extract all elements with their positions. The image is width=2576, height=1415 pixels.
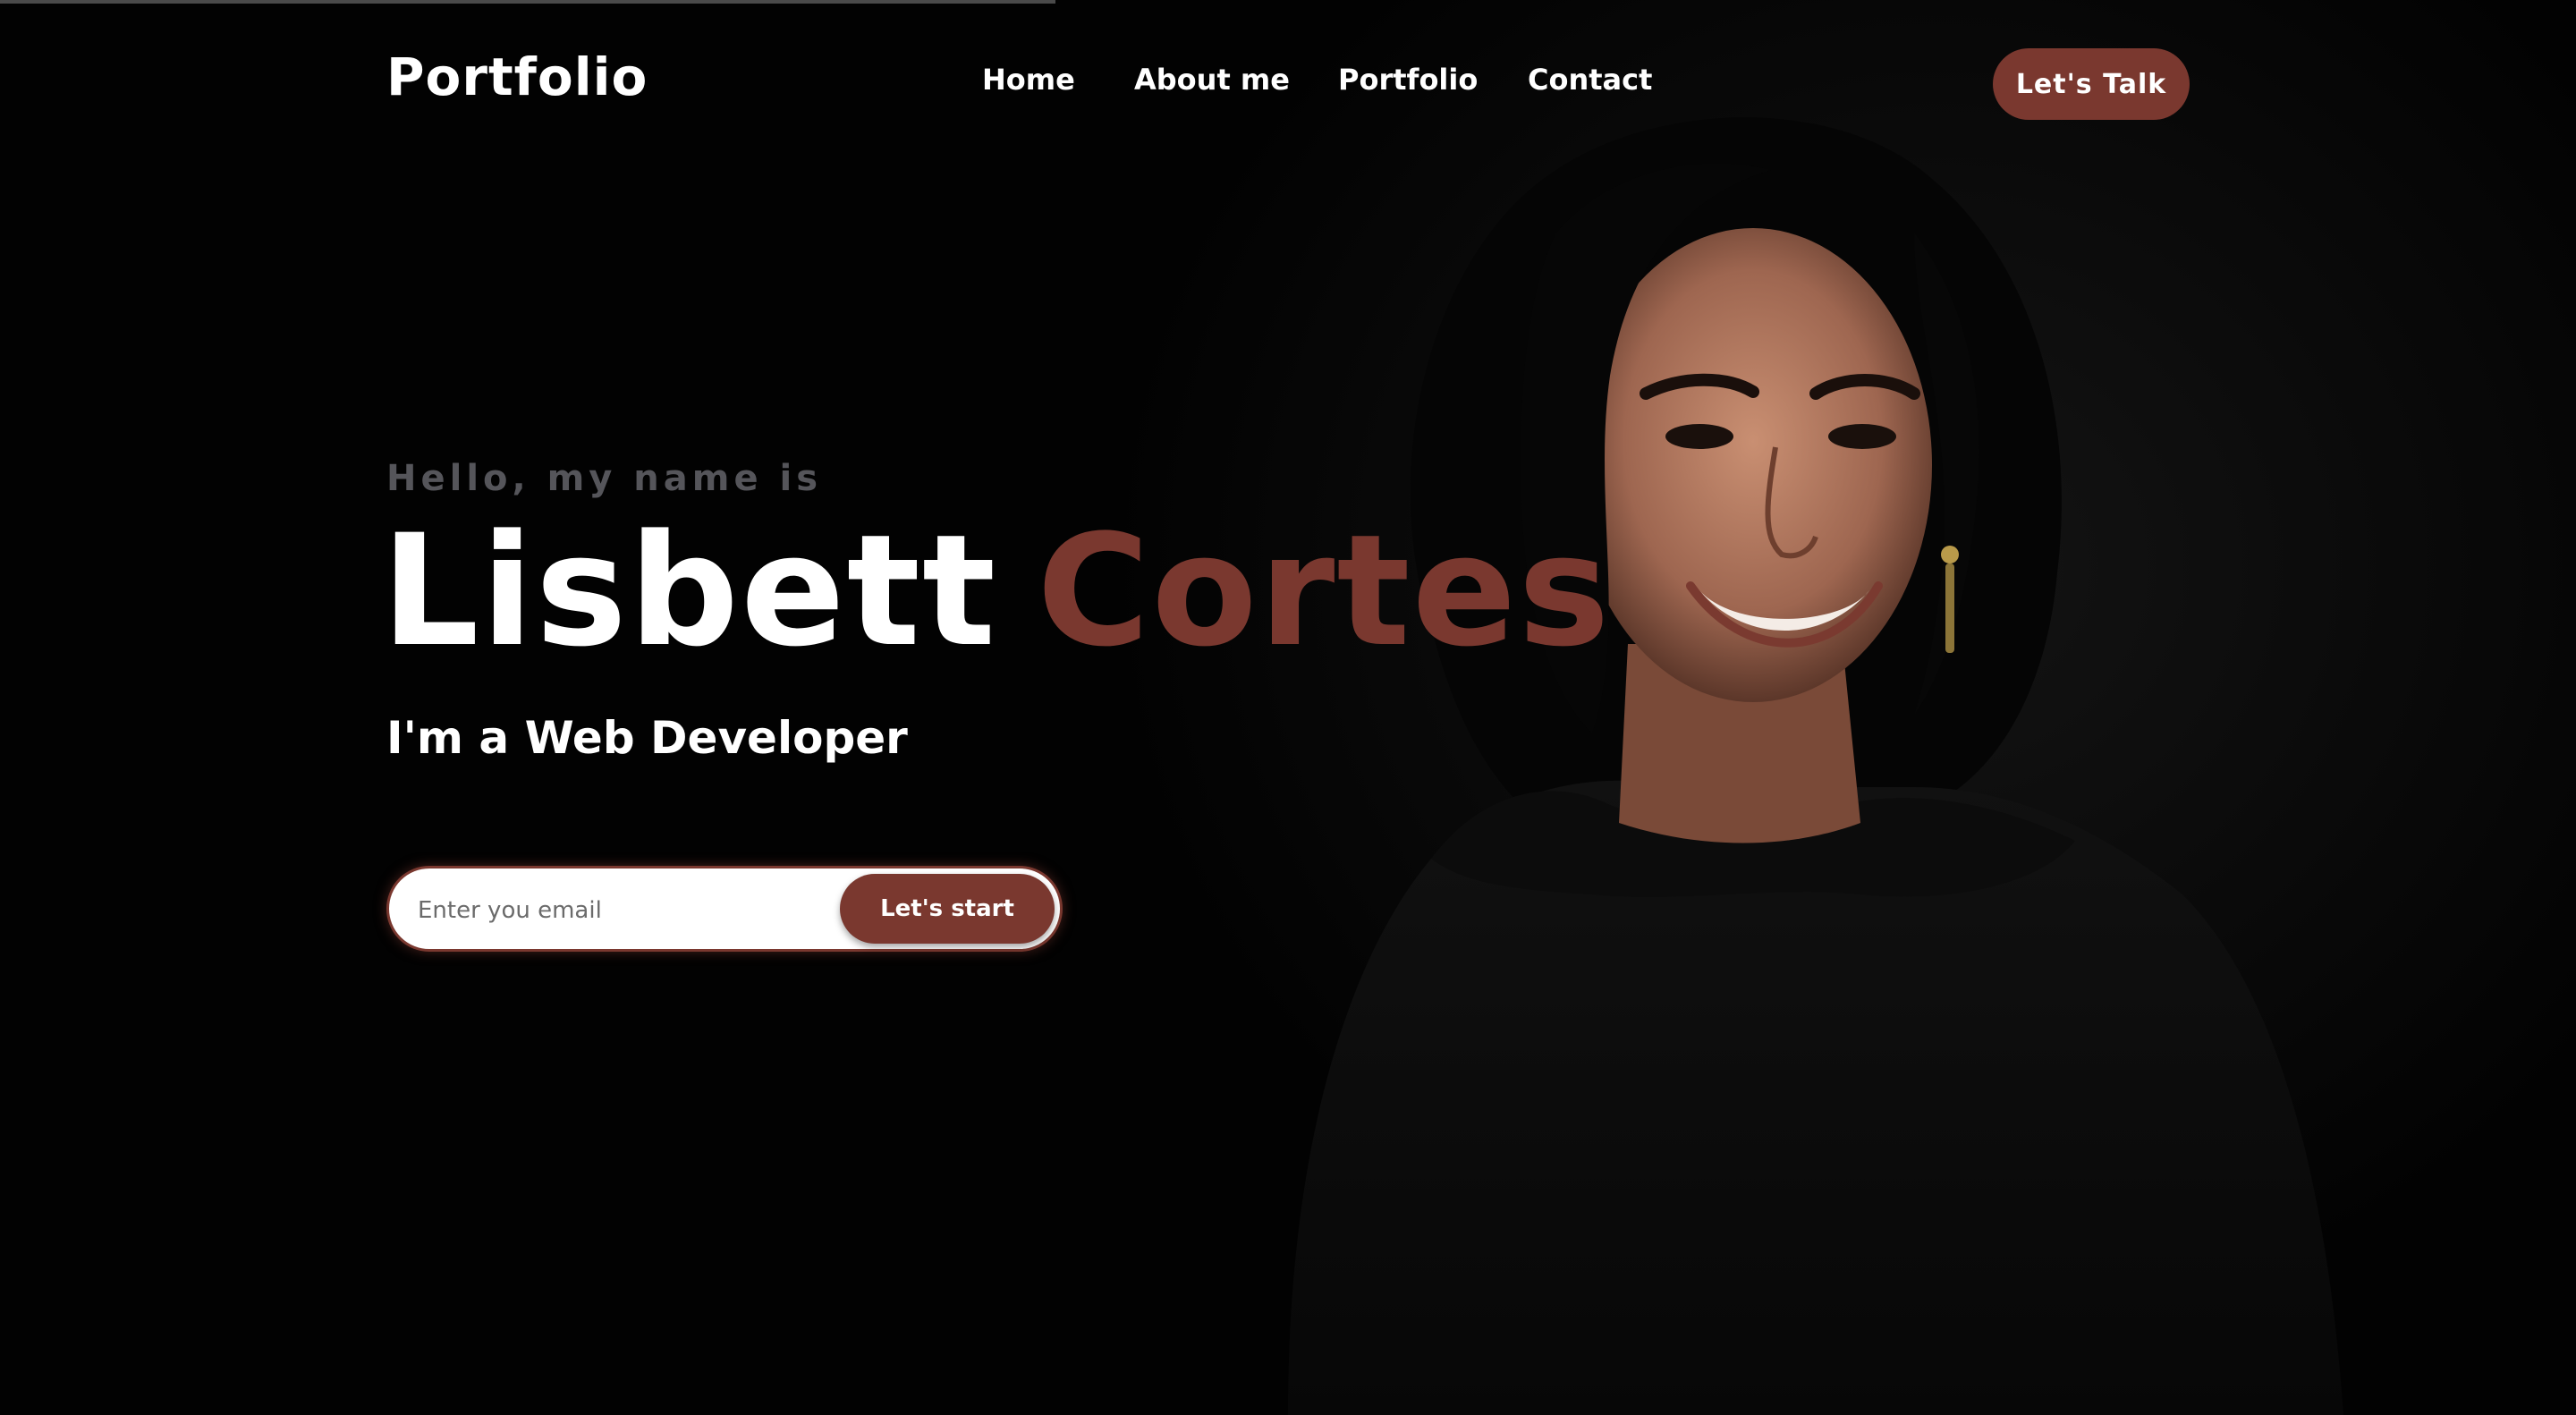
site-logo[interactable]: Portfolio xyxy=(386,47,648,107)
site-header: Portfolio Home About me Portfolio Contac… xyxy=(0,0,2576,166)
hero-name: Lisbett Cortes xyxy=(381,506,1612,675)
hero-greeting: Hello, my name is xyxy=(386,458,823,499)
hero-portrait-image xyxy=(1055,0,2576,1415)
nav-link-about-me[interactable]: About me xyxy=(1134,63,1290,97)
portfolio-landing-page: Portfolio Home About me Portfolio Contac… xyxy=(0,0,2576,1415)
nav-link-contact[interactable]: Contact xyxy=(1528,63,1652,97)
lets-start-button[interactable]: Let's start xyxy=(840,874,1055,944)
hero-last-name: Cortes xyxy=(1037,501,1612,681)
email-input[interactable] xyxy=(416,886,795,935)
lets-talk-button[interactable]: Let's Talk xyxy=(1993,48,2190,120)
nav-link-portfolio[interactable]: Portfolio xyxy=(1338,63,1478,97)
email-signup-form: Let's start xyxy=(386,866,1063,952)
hero-role: I'm a Web Developer xyxy=(386,712,908,764)
hero-first-name: Lisbett xyxy=(381,501,998,681)
nav-link-home[interactable]: Home xyxy=(982,63,1075,97)
